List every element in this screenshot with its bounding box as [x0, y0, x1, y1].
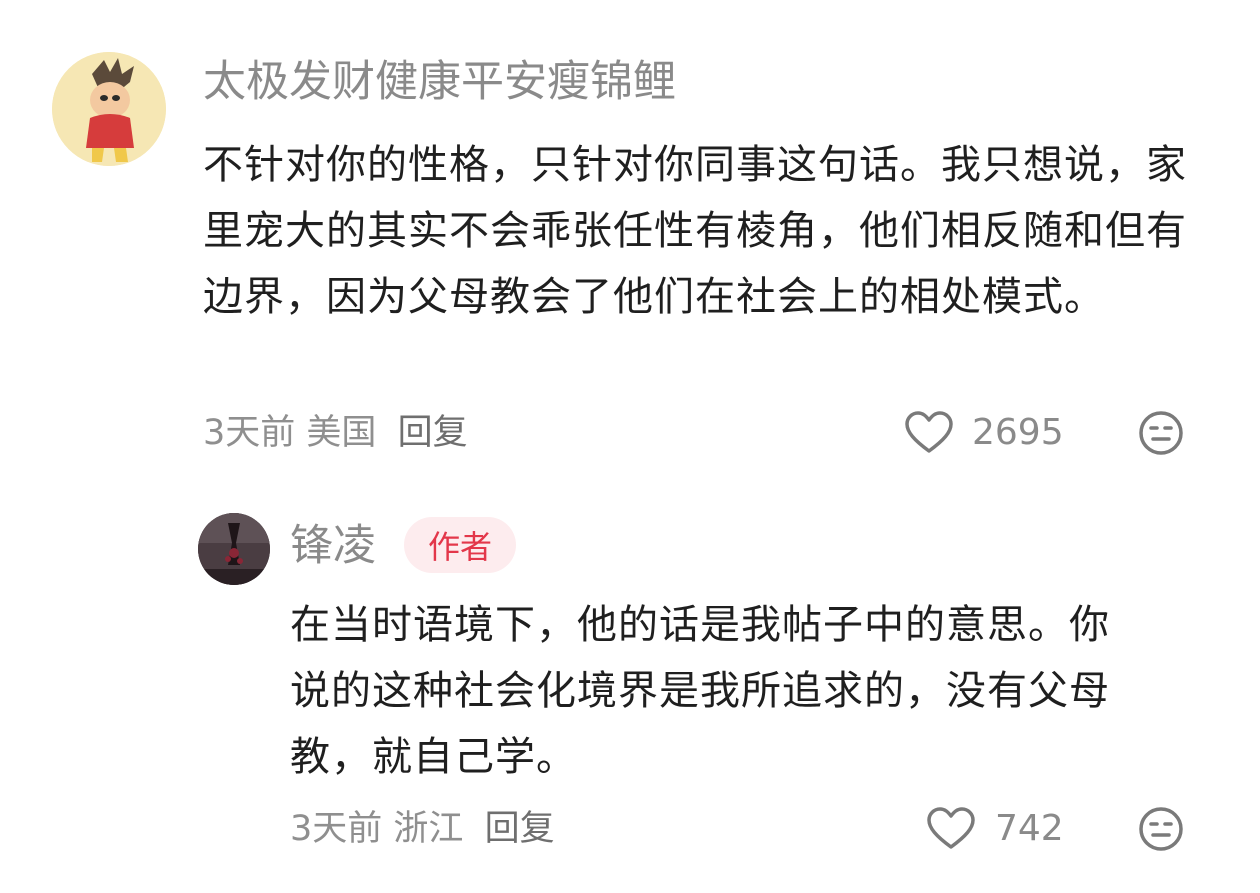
comment-1-like-button[interactable] [904, 410, 954, 456]
comment-1-username[interactable]: 太极发财健康平安瘦锦鲤 [203, 54, 676, 110]
dark-photo-avatar [198, 513, 270, 585]
comment-1-text: 不针对你的性格，只针对你同事这句话。我只想说，家里宠大的其实不会乖张任性有棱角，… [203, 142, 1187, 320]
avatar-comment-2[interactable] [198, 513, 270, 585]
comment-2-username[interactable]: 锋凌 [290, 518, 376, 574]
comment-2-dislike-button[interactable] [1138, 806, 1184, 852]
neutral-face-icon [1139, 807, 1183, 851]
comment-2-like-count: 742 [995, 808, 1064, 849]
author-badge: 作者 [404, 517, 516, 573]
comment-2-time: 3天前 [290, 809, 383, 849]
heart-outline-icon [905, 411, 953, 453]
comment-2-location: 浙江 [393, 809, 464, 849]
comment-1-reply-button[interactable]: 回复 [398, 413, 468, 453]
comment-1-time: 3天前 [203, 413, 296, 453]
comment-2-text: 在当时语境下，他的话是我帖子中的意思。你说的这种社会化境界是我所追求的，没有父母… [290, 602, 1110, 780]
neutral-face-icon [1139, 411, 1183, 455]
avatar-comment-1[interactable] [52, 52, 166, 166]
cartoon-character-avatar [52, 52, 166, 166]
comment-1-location: 美国 [306, 413, 377, 453]
comment-2-meta: 3天前 浙江 回复 [290, 806, 555, 852]
comment-2-reply-button[interactable]: 回复 [485, 809, 555, 849]
comment-2-like-button[interactable] [926, 806, 976, 852]
comment-1-dislike-button[interactable] [1138, 410, 1184, 456]
heart-outline-icon [927, 807, 975, 849]
comment-1-meta: 3天前 美国 回复 [203, 410, 468, 456]
comment-1-like-count: 2695 [972, 412, 1064, 453]
